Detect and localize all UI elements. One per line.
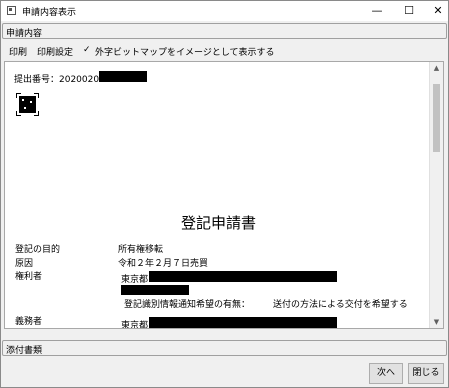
content-section-label: 申請内容 <box>6 29 43 39</box>
maximize-icon[interactable]: ☐ <box>393 1 425 21</box>
attachments-section-header[interactable]: 添付書類 <box>2 340 447 356</box>
document-heading: 登記申請書 <box>181 214 257 232</box>
document-preview: 提出番号：20200205 登記申請書 登記の目的 所有権移転 原因 令和２年２… <box>4 61 444 329</box>
vertical-scrollbar[interactable]: ▲ ▼ <box>429 62 443 328</box>
cause-label: 原因 <box>15 259 34 269</box>
notify-value: 送付の方法による交付を希望する <box>273 300 408 310</box>
minimize-icon[interactable]: — <box>361 1 393 21</box>
obligor-label: 義務者 <box>15 317 43 327</box>
close-icon[interactable]: ✕ <box>422 1 449 21</box>
purpose-label: 登記の目的 <box>15 245 61 255</box>
holder-label: 権利者 <box>15 272 43 282</box>
attachments-section-label: 添付書類 <box>6 346 43 356</box>
holder-address: 東京都 <box>121 275 149 285</box>
print-button[interactable]: 印刷 <box>9 45 27 58</box>
print-settings-button[interactable]: 印刷設定 <box>37 45 73 58</box>
app-icon <box>7 6 16 15</box>
check-icon[interactable]: ✓ <box>83 45 91 55</box>
application-window: 申請内容表示 — ☐ ✕ 申請内容 印刷 印刷設定 ✓ 外字ビットマップをイメー… <box>0 0 449 388</box>
qr-code-icon <box>15 92 40 117</box>
next-button[interactable]: 次へ <box>369 363 403 384</box>
scroll-up-icon[interactable]: ▲ <box>430 62 443 74</box>
scroll-down-icon[interactable]: ▼ <box>430 316 443 328</box>
content-section-header[interactable]: 申請内容 <box>2 23 447 39</box>
purpose-value: 所有権移転 <box>118 245 164 255</box>
obligor-address: 東京都 <box>121 321 149 329</box>
toolbar: 印刷 印刷設定 ✓ 外字ビットマップをイメージとして表示する <box>2 42 447 59</box>
redaction-block <box>99 71 147 82</box>
title-bar: 申請内容表示 — ☐ ✕ <box>1 1 448 21</box>
external-char-bitmap-option[interactable]: 外字ビットマップをイメージとして表示する <box>95 45 275 58</box>
redaction-block <box>149 271 337 282</box>
notify-label: 登記識別情報通知希望の有無： <box>124 300 251 310</box>
redaction-block <box>121 285 189 295</box>
cause-value: 令和２年２月７日売買 <box>118 259 209 269</box>
close-button[interactable]: 閉じる <box>408 363 444 384</box>
scrollbar-thumb[interactable] <box>433 84 440 152</box>
window-title: 申請内容表示 <box>22 8 77 18</box>
submission-number: 提出番号：20200205 <box>14 75 105 85</box>
redaction-block <box>149 317 337 328</box>
